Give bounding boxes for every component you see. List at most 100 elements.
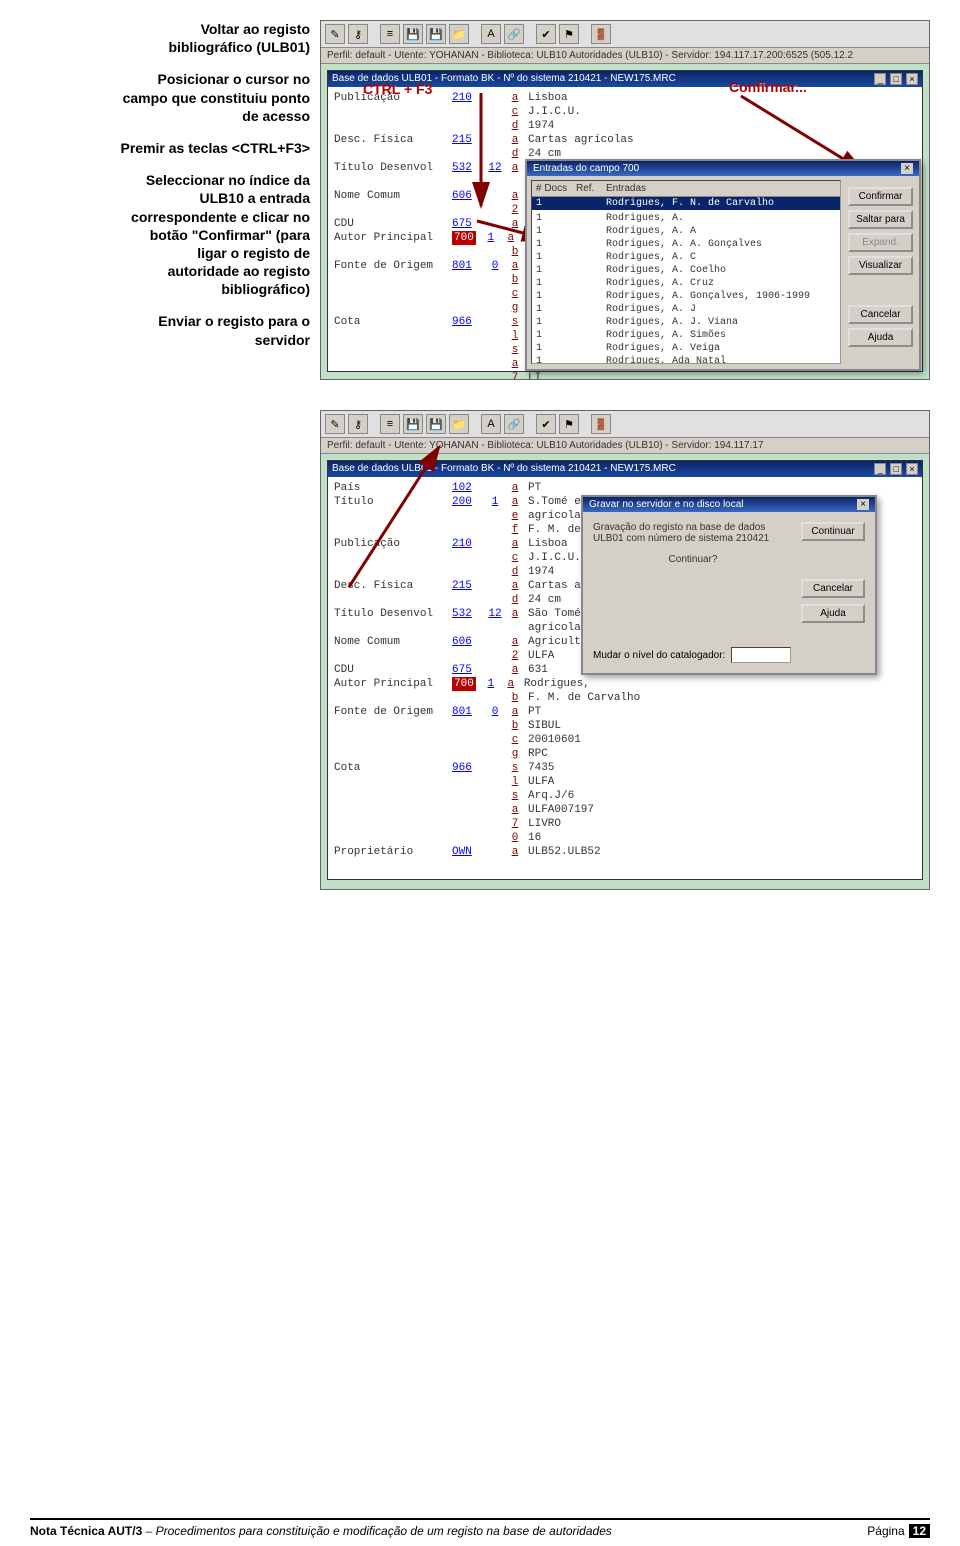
- index-entry-row[interactable]: 1Rodrigues, Ada Natal: [532, 355, 840, 364]
- save-msg-line: Gravação do registo na base de dados: [593, 522, 793, 533]
- instructions-column: Voltar ao registo bibliográfico (ULB01) …: [30, 20, 310, 363]
- status-bar: Perfil: default - Utente: YOHANAN - Bibl…: [321, 438, 929, 454]
- confirmar-button[interactable]: Confirmar: [848, 187, 913, 206]
- index-entry-row[interactable]: 1Rodrigues, A.: [532, 212, 840, 225]
- index-entry-row[interactable]: 1Rodrigues, A. Simões: [532, 329, 840, 342]
- record-row: 016: [334, 831, 916, 845]
- index-dialog: Entradas do campo 700 × # Docs Ref. Entr…: [525, 159, 921, 371]
- maximize-icon[interactable]: □: [890, 463, 902, 475]
- instr-line: servidor: [255, 332, 310, 348]
- pencil-icon[interactable]: ✎: [325, 414, 345, 434]
- footer-code: Nota Técnica AUT/3: [30, 1524, 142, 1538]
- page-number: 12: [909, 1524, 930, 1538]
- index-entry-row[interactable]: 1Rodrigues, A. J. Viana: [532, 316, 840, 329]
- maximize-icon[interactable]: □: [890, 73, 902, 85]
- minimize-icon[interactable]: _: [874, 463, 886, 475]
- status-bar: Perfil: default - Utente: YOHANAN - Bibl…: [321, 48, 929, 64]
- instr-line: campo que constituiu ponto: [123, 90, 310, 106]
- index-entry-row[interactable]: 1Rodrigues, A. J: [532, 303, 840, 316]
- save-to-server-icon[interactable]: 💾: [403, 24, 423, 44]
- record-row: Fonte de Origem8010aPT: [334, 705, 916, 719]
- record-row: ProprietárioOWNaULB52.ULB52: [334, 845, 916, 859]
- flag-icon[interactable]: ⚑: [559, 24, 579, 44]
- ajuda-button[interactable]: Ajuda: [848, 328, 913, 347]
- window-title: Base de dados ULB01 - Formato BK - Nº do…: [332, 463, 676, 475]
- instr-line: bibliográfico): [221, 281, 310, 297]
- window-controls: _ □ ×: [873, 73, 918, 85]
- visualizar-button[interactable]: Visualizar: [848, 256, 913, 275]
- check-icon[interactable]: ✔: [536, 24, 556, 44]
- save-dialog-title: Gravar no servidor e no disco local: [589, 499, 744, 510]
- index-entry-row[interactable]: 1Rodrigues, A. A. Gonçalves: [532, 238, 840, 251]
- col-docs: # Docs: [532, 181, 572, 197]
- minimize-icon[interactable]: _: [874, 73, 886, 85]
- close-icon[interactable]: ×: [906, 73, 918, 85]
- record-row: gRPC: [334, 747, 916, 761]
- save-local-icon[interactable]: 💾: [426, 414, 446, 434]
- index-entry-row[interactable]: 1Rodrigues, A. Gonçalves, 1906-1999: [532, 290, 840, 303]
- continuar-button[interactable]: Continuar: [801, 522, 865, 541]
- flag-icon[interactable]: ⚑: [559, 414, 579, 434]
- index-entry-row[interactable]: 1Rodrigues, A. A: [532, 225, 840, 238]
- ajuda-button[interactable]: Ajuda: [801, 604, 865, 623]
- app-toolbar: ✎ ⚷ ≡ 💾 💾 📁 A 🔗 ✔ ⚑ 🚪: [321, 411, 929, 438]
- folder-icon[interactable]: 📁: [449, 24, 469, 44]
- check-icon[interactable]: ✔: [536, 414, 556, 434]
- record-row: sArq.J/6: [334, 789, 916, 803]
- record-row: bSIBUL: [334, 719, 916, 733]
- index-entry-row[interactable]: 1Rodrigues, F. N. de Carvalho: [532, 197, 840, 211]
- record-row: bF. M. de Carvalho: [334, 691, 916, 705]
- connect-icon[interactable]: 🔗: [504, 24, 524, 44]
- aleph-icon[interactable]: A: [481, 24, 501, 44]
- list-icon[interactable]: ≡: [380, 24, 400, 44]
- overlay-ctrl-f3: CTRL + F3: [363, 81, 432, 97]
- cancelar-button[interactable]: Cancelar: [801, 579, 865, 598]
- pencil-icon[interactable]: ✎: [325, 24, 345, 44]
- cataloger-level-label: Mudar o nível do catalogador:: [593, 650, 725, 661]
- folder-icon[interactable]: 📁: [449, 414, 469, 434]
- dialog-title: Entradas do campo 700: [533, 163, 639, 174]
- index-entry-row[interactable]: 1Rodrigues, A. Coelho: [532, 264, 840, 277]
- record-row: lULFA: [334, 775, 916, 789]
- record-row: 7LI: [334, 371, 916, 380]
- door-icon[interactable]: 🚪: [591, 24, 611, 44]
- expand-button[interactable]: Expand.: [848, 233, 913, 252]
- index-entry-row[interactable]: 1Rodrigues, A. C: [532, 251, 840, 264]
- save-msg-line: ULB01 com número de sistema 210421: [593, 533, 793, 544]
- connect-icon[interactable]: 🔗: [504, 414, 524, 434]
- instr-line: autoridade ao registo: [168, 263, 310, 279]
- save-msg-line: Continuar?: [593, 554, 793, 565]
- cataloger-level-input[interactable]: [731, 647, 791, 663]
- save-dialog: Gravar no servidor e no disco local × Gr…: [581, 495, 877, 675]
- record-row: c20010601: [334, 733, 916, 747]
- index-entry-row[interactable]: 1Rodrigues, A. Veiga: [532, 342, 840, 355]
- door-icon[interactable]: 🚪: [591, 414, 611, 434]
- list-icon[interactable]: ≡: [380, 414, 400, 434]
- cancelar-button[interactable]: Cancelar: [848, 305, 913, 324]
- index-entry-row[interactable]: 1Rodrigues, A. Cruz: [532, 277, 840, 290]
- overlay-confirmar: Confirmar...: [729, 79, 807, 95]
- record-row: Cota966s7435: [334, 761, 916, 775]
- col-entries: Entradas: [602, 181, 840, 197]
- record-row: País102aPT: [334, 481, 916, 495]
- col-ref: Ref.: [572, 181, 602, 197]
- instr-line: ULB10 a entrada: [200, 190, 310, 206]
- page-footer: Nota Técnica AUT/3 – Procedimentos para …: [30, 1518, 930, 1538]
- saltar-button[interactable]: Saltar para: [848, 210, 913, 229]
- key-icon[interactable]: ⚷: [348, 414, 368, 434]
- aleph-icon[interactable]: A: [481, 414, 501, 434]
- key-icon[interactable]: ⚷: [348, 24, 368, 44]
- page-label: Página: [867, 1524, 904, 1538]
- save-local-icon[interactable]: 💾: [426, 24, 446, 44]
- instr-line: Posicionar o cursor no: [158, 71, 310, 87]
- instr-line: Enviar o registo para o: [158, 313, 310, 329]
- save-to-server-icon[interactable]: 💾: [403, 414, 423, 434]
- close-icon[interactable]: ×: [906, 463, 918, 475]
- app-toolbar: ✎ ⚷ ≡ 💾 💾 📁 A 🔗 ✔ ⚑ 🚪: [321, 21, 929, 48]
- record-row: Autor Principal7001aRodrigues,: [334, 677, 916, 691]
- record-row: 7LIVRO: [334, 817, 916, 831]
- instr-line: ligar o registo de: [197, 245, 310, 261]
- dialog-close-icon[interactable]: ×: [857, 499, 869, 510]
- dialog-close-icon[interactable]: ×: [901, 163, 913, 174]
- instr-line: Seleccionar no índice da: [146, 172, 310, 188]
